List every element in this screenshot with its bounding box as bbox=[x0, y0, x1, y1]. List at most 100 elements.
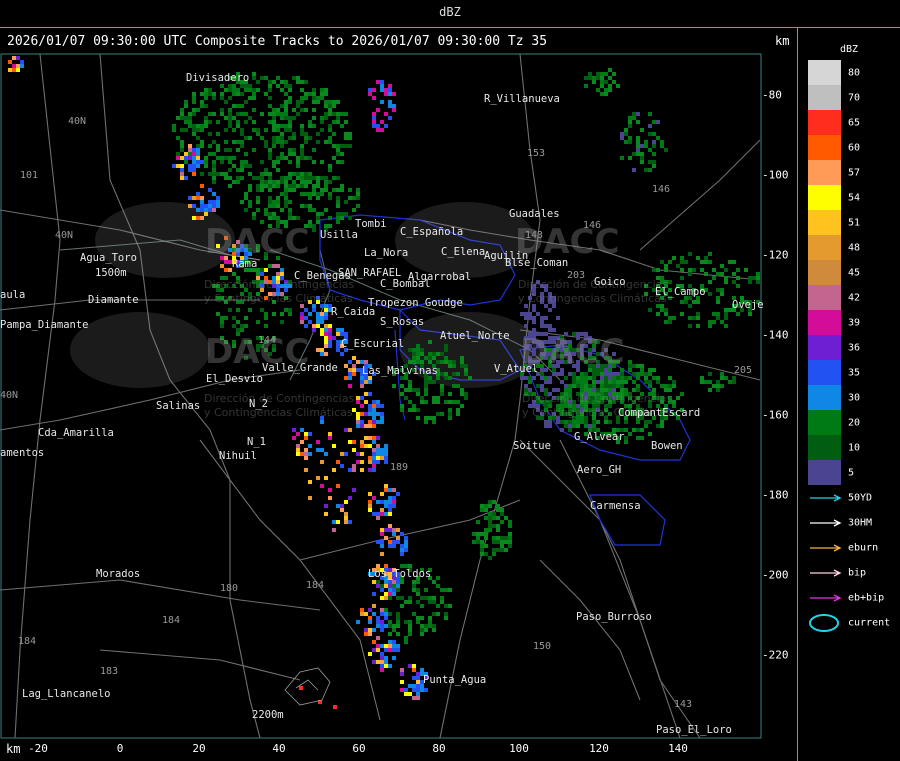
echo-pixel bbox=[180, 128, 184, 132]
y-tick: -80 bbox=[762, 88, 782, 102]
echo-pixel bbox=[316, 192, 320, 196]
echo-pixel bbox=[572, 384, 576, 388]
echo-pixel bbox=[432, 580, 436, 584]
echo-pixel bbox=[372, 648, 376, 652]
echo-pixel bbox=[240, 324, 244, 328]
echo-pixel bbox=[252, 148, 256, 152]
echo-pixel bbox=[500, 512, 504, 516]
echo-pixel bbox=[328, 128, 332, 132]
echo-pixel bbox=[380, 412, 384, 416]
echo-pixel bbox=[188, 124, 192, 128]
echo-pixel bbox=[636, 144, 640, 148]
echo-pixel bbox=[344, 132, 348, 136]
echo-pixel bbox=[372, 124, 376, 128]
echo-pixel bbox=[700, 260, 704, 264]
echo-pixel bbox=[756, 272, 760, 276]
echo-pixel bbox=[648, 148, 652, 152]
echo-pixel bbox=[184, 176, 188, 180]
place-label: Lag_Llancanelo bbox=[22, 688, 111, 700]
echo-pixel bbox=[332, 100, 336, 104]
echo-pixel bbox=[324, 344, 328, 348]
echo-pixel bbox=[312, 224, 316, 228]
echo-pixel bbox=[384, 92, 388, 96]
echo-pixel bbox=[384, 112, 388, 116]
echo-pixel bbox=[708, 260, 712, 264]
echo-pixel bbox=[236, 88, 240, 92]
echo-pixel bbox=[324, 140, 328, 144]
echo-pixel bbox=[412, 612, 416, 616]
echo-pixel bbox=[20, 60, 24, 64]
echo-pixel bbox=[292, 216, 296, 220]
echo-pixel bbox=[384, 88, 388, 92]
echo-pixel bbox=[380, 512, 384, 516]
echo-pixel bbox=[352, 448, 356, 452]
echo-pixel bbox=[252, 120, 256, 124]
watermark-logo: DACC bbox=[205, 222, 310, 262]
echo-pixel bbox=[636, 120, 640, 124]
echo-pixel bbox=[460, 360, 464, 364]
echo-pixel bbox=[208, 152, 212, 156]
echo-pixel bbox=[664, 264, 668, 268]
echo-pixel bbox=[420, 632, 424, 636]
echo-pixel bbox=[184, 116, 188, 120]
echo-pixel bbox=[584, 424, 588, 428]
echo-pixel bbox=[384, 444, 388, 448]
legend-title: dBZ bbox=[840, 44, 859, 55]
echo-pixel bbox=[300, 184, 304, 188]
echo-pixel bbox=[352, 372, 356, 376]
road-label: 40N bbox=[55, 230, 74, 241]
echo-pixel bbox=[304, 140, 308, 144]
echo-pixel bbox=[300, 108, 304, 112]
echo-pixel bbox=[620, 156, 624, 160]
echo-pixel bbox=[484, 544, 488, 548]
echo-pixel bbox=[492, 552, 496, 556]
echo-pixel bbox=[336, 148, 340, 152]
echo-pixel bbox=[492, 536, 496, 540]
echo-pixel bbox=[748, 280, 752, 284]
echo-pixel bbox=[224, 156, 228, 160]
echo-pixel bbox=[404, 396, 408, 400]
echo-pixel bbox=[280, 272, 284, 276]
echo-pixel bbox=[324, 188, 328, 192]
echo-pixel bbox=[276, 180, 280, 184]
echo-pixel bbox=[356, 620, 360, 624]
echo-pixel bbox=[328, 488, 332, 492]
echo-pixel bbox=[496, 504, 500, 508]
echo-pixel bbox=[412, 668, 416, 672]
echo-pixel bbox=[300, 88, 304, 92]
echo-pixel bbox=[636, 112, 640, 116]
echo-pixel bbox=[708, 320, 712, 324]
echo-pixel bbox=[340, 144, 344, 148]
echo-pixel bbox=[724, 376, 728, 380]
echo-pixel bbox=[296, 164, 300, 168]
echo-pixel bbox=[320, 92, 324, 96]
echo-pixel bbox=[520, 376, 524, 380]
echo-pixel bbox=[196, 160, 200, 164]
echo-pixel bbox=[336, 348, 340, 352]
echo-pixel bbox=[368, 468, 372, 472]
echo-pixel bbox=[308, 92, 312, 96]
echo-pixel bbox=[436, 576, 440, 580]
echo-pixel bbox=[188, 164, 192, 168]
echo-pixel bbox=[384, 528, 388, 532]
echo-pixel bbox=[240, 160, 244, 164]
echo-pixel bbox=[360, 412, 364, 416]
echo-pixel bbox=[524, 384, 528, 388]
echo-pixel bbox=[272, 124, 276, 128]
x-tick: 120 bbox=[589, 742, 609, 755]
echo-pixel bbox=[400, 404, 404, 408]
watermark-subtitle: y Contingencias Climáticas bbox=[204, 406, 353, 419]
echo-pixel bbox=[680, 300, 684, 304]
echo-pixel bbox=[204, 164, 208, 168]
place-label: Oveje bbox=[732, 299, 764, 311]
echo-pixel bbox=[256, 88, 260, 92]
echo-pixel bbox=[656, 376, 660, 380]
echo-pixel bbox=[212, 160, 216, 164]
echo-pixel bbox=[660, 308, 664, 312]
echo-pixel bbox=[264, 172, 268, 176]
echo-pixel bbox=[356, 416, 360, 420]
echo-pixel bbox=[272, 140, 276, 144]
map-panel[interactable] bbox=[0, 28, 798, 761]
echo-pixel bbox=[348, 144, 352, 148]
echo-pixel bbox=[484, 528, 488, 532]
